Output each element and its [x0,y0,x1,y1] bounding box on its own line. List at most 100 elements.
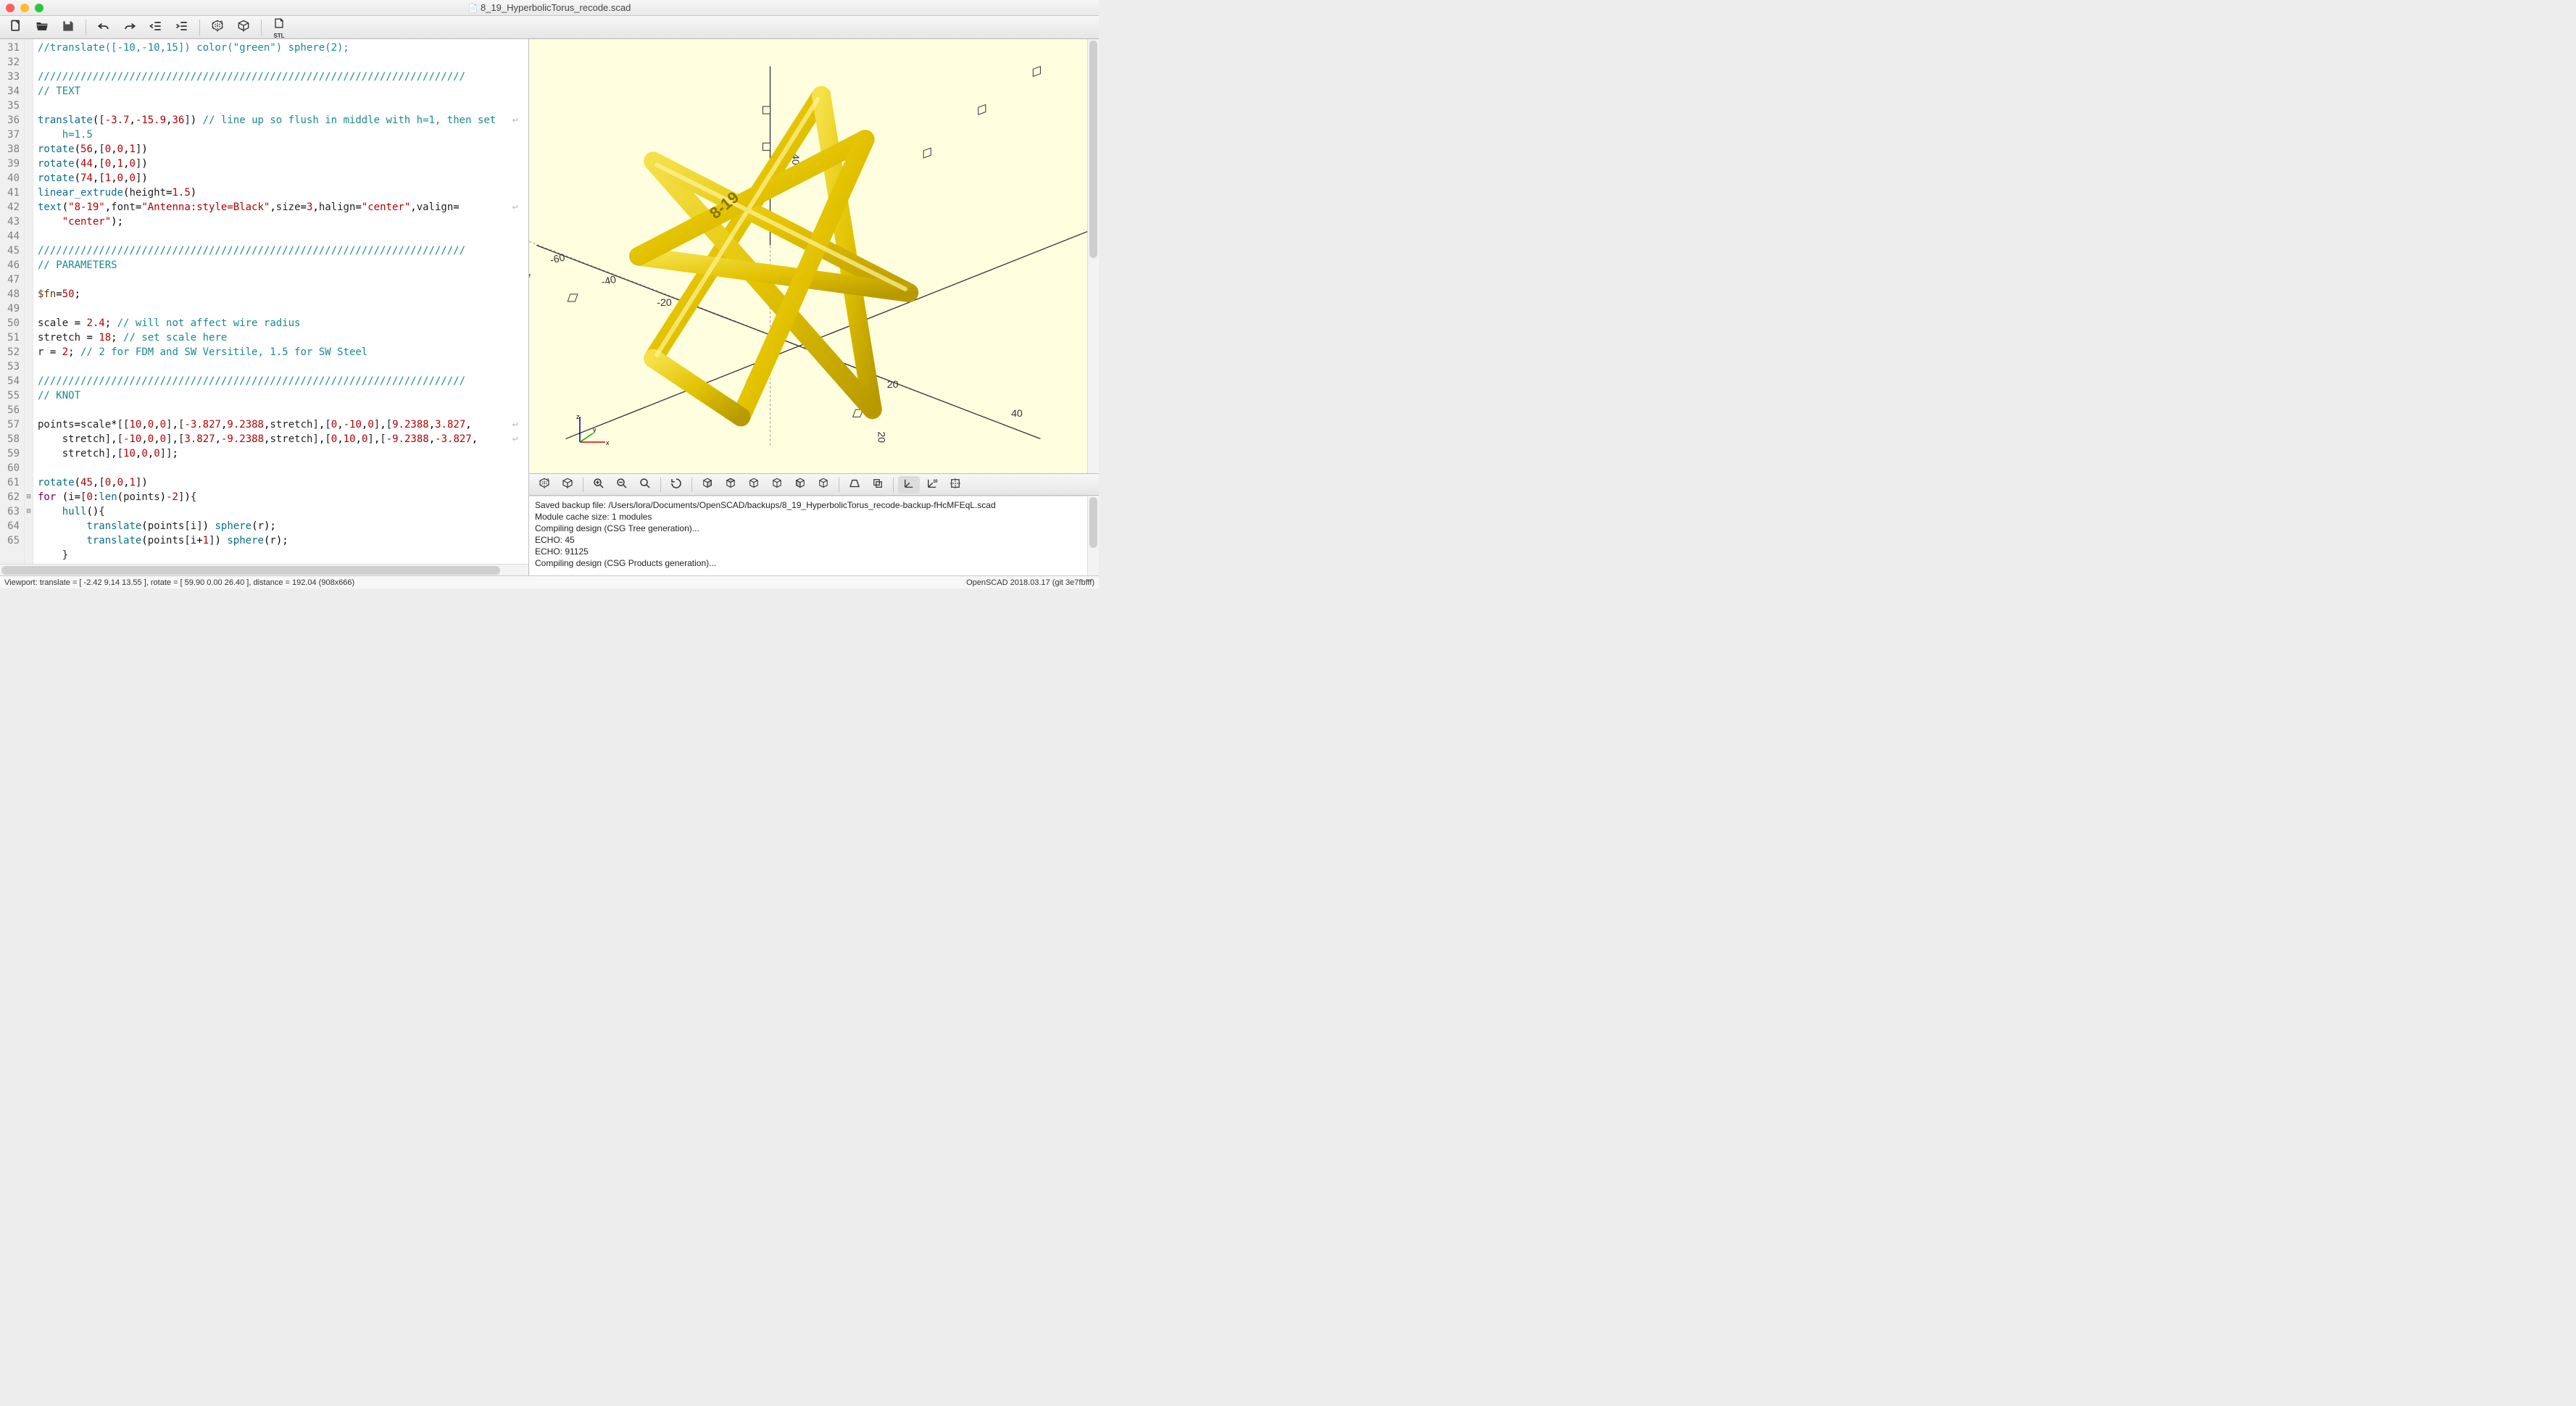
preview-button[interactable] [206,18,229,37]
toolbar-separator [199,20,200,36]
code-line[interactable]: ////////////////////////////////////////… [38,374,523,388]
fold-gutter[interactable]: ⊟⊟ [25,39,33,564]
code-line[interactable]: hull(){ [38,504,523,519]
zoom-fit-button[interactable] [634,476,656,494]
code-line[interactable]: scale = 2.4; // will not affect wire rad… [38,316,523,330]
editor-horizontal-scrollbar[interactable] [0,564,528,575]
fold-toggle[interactable]: ⊟ [25,490,33,504]
line-number: 42 [3,200,20,215]
unindent-button[interactable] [144,18,167,37]
perspective-button[interactable] [844,476,865,494]
code-line[interactable]: h=1.5 [38,128,523,142]
view-back-button[interactable] [813,476,834,494]
code-line[interactable]: // KNOT [38,388,523,403]
code-line[interactable]: // TEXT [38,84,523,99]
undo-button[interactable] [92,18,115,37]
code-line[interactable]: stretch],[10,0,0]]; [38,446,523,461]
code-line[interactable]: rotate(45,[0,0,1]) [38,475,523,490]
line-number: 49 [3,301,20,316]
code-line[interactable]: rotate(74,[1,0,0]) [38,171,523,186]
viewport-vertical-scrollbar[interactable] [1087,39,1099,473]
fold-spacer [25,345,33,359]
scrollbar-thumb[interactable] [1089,497,1097,548]
export-stl-button[interactable]: STL [267,18,291,37]
code-line[interactable] [38,55,523,70]
code-line[interactable]: for (i=[0:len(points)-2]){ [38,490,523,504]
code-line[interactable] [38,229,523,244]
code-line[interactable]: translate(points[i+1]) sphere(r); [38,533,523,548]
render-button[interactable] [232,18,255,37]
zoom-in-button[interactable] [588,476,610,494]
view-front-button[interactable] [789,476,811,494]
indent-button[interactable] [170,18,194,37]
new-file-button[interactable] [4,18,28,37]
redo-button[interactable] [118,18,141,37]
fold-spacer [25,244,33,258]
open-file-button[interactable] [30,18,54,37]
fold-spacer [25,446,33,461]
view-bottom-button[interactable] [743,476,765,494]
view-right-button[interactable] [697,476,718,494]
console-vertical-scrollbar[interactable] [1087,496,1099,575]
redo-icon [122,19,137,36]
code-editor[interactable]: 3132333435363738394041424344454647484950… [0,39,528,564]
line-number: 44 [3,229,20,244]
code-line[interactable]: "center"); [38,215,523,229]
orthographic-button[interactable] [867,476,889,494]
button-label: STL [273,33,284,39]
close-window-button[interactable] [6,4,14,12]
fold-spacer [25,287,33,301]
render-button-2[interactable] [557,476,578,494]
code-line[interactable]: translate([-3.7,-15.9,36]) // line up so… [38,113,523,128]
view-top-button[interactable] [720,476,741,494]
view-left-icon [770,477,784,492]
code-line[interactable]: points=scale*[[10,0,0],[-3.827,9.2388,st… [38,417,523,432]
code-line[interactable]: translate(points[i]) sphere(r); [38,519,523,533]
code-line[interactable]: // PARAMETERS [38,258,523,273]
scrollbar-thumb[interactable] [1,566,500,575]
code-line[interactable] [38,461,523,475]
code-line[interactable]: r = 2; // 2 for FDM and SW Versitile, 1.… [38,345,523,359]
view-left-button[interactable] [766,476,788,494]
scrollbar-thumb[interactable] [1089,41,1097,258]
minimize-window-button[interactable] [20,4,29,12]
line-number: 56 [3,403,20,417]
line-number: 62 [3,490,20,504]
code-line[interactable] [38,301,523,316]
view-top-icon [724,477,737,492]
code-line[interactable]: //translate([-10,-10,15]) color("green")… [38,41,523,55]
status-bar: Viewport: translate = [ -2.42 9.14 13.55… [0,575,1099,588]
code-line[interactable] [38,403,523,417]
show-scale-button[interactable]: 10 [921,476,943,494]
code-line[interactable] [38,99,523,113]
line-number: 32 [3,55,20,70]
code-line[interactable]: ////////////////////////////////////////… [38,244,523,258]
preview-button-2[interactable] [533,476,555,494]
code-line[interactable]: stretch],[-10,0,0],[3.827,-9.2388,stretc… [38,432,523,446]
code-line[interactable]: } [38,548,523,562]
code-line[interactable] [38,273,523,287]
show-crosshairs-button[interactable] [944,476,966,494]
show-axes-button[interactable] [898,476,920,494]
code-line[interactable]: ////////////////////////////////////////… [38,70,523,84]
3d-viewport[interactable]: -60 -40 -20 20 40 -40 20 [529,39,1099,474]
code-line[interactable] [38,359,523,374]
code-lines[interactable]: //translate([-10,-10,15]) color("green")… [33,39,528,564]
code-line[interactable]: rotate(56,[0,0,1]) [38,142,523,157]
render-icon [236,19,251,36]
code-line[interactable]: stretch = 18; // set scale here [38,330,523,345]
zoom-out-button[interactable] [611,476,633,494]
code-line[interactable]: $fn=50; [38,287,523,301]
svg-text:10: 10 [934,480,938,484]
line-number: 43 [3,215,20,229]
code-line[interactable]: text("8-19",font="Antenna:style=Black",s… [38,200,523,215]
orthographic-icon [871,477,884,492]
console[interactable]: Saved backup file: /Users/lora/Documents… [529,496,1099,575]
save-file-button[interactable] [57,18,80,37]
line-number: 64 [3,519,20,533]
code-line[interactable]: linear_extrude(height=1.5) [38,186,523,200]
rotate-ccw-button[interactable] [665,476,687,494]
fullscreen-window-button[interactable] [35,4,43,12]
code-line[interactable]: rotate(44,[0,1,0]) [38,157,523,171]
fold-toggle[interactable]: ⊟ [25,504,33,519]
